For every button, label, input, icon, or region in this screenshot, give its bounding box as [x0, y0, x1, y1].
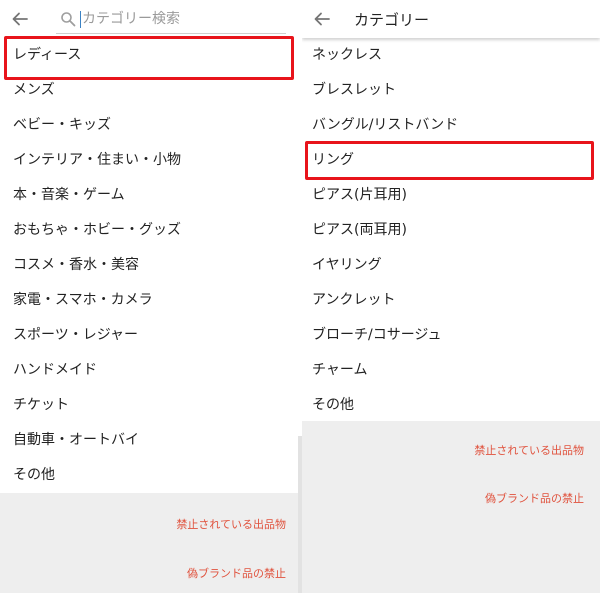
category-panel-subcategory: カテゴリー ネックレス ブレスレット バングル/リストバンド リング ピアス(片…	[302, 0, 600, 593]
subcategory-item-necklace[interactable]: ネックレス	[302, 38, 600, 73]
footer-links-area: 禁止されている出品物 偽ブランド品の禁止	[302, 421, 600, 593]
back-arrow-icon[interactable]	[10, 9, 30, 29]
screenshot-root: レディース メンズ ベビー・キッズ インテリア・住まい・小物 本・音楽・ゲーム …	[0, 0, 600, 593]
category-item-mens[interactable]: メンズ	[0, 73, 298, 108]
subcategory-list: ネックレス ブレスレット バングル/リストバンド リング ピアス(片耳用) ピア…	[302, 38, 600, 423]
prohibited-items-link[interactable]: 禁止されている出品物	[176, 516, 286, 532]
subcategory-item-other[interactable]: その他	[302, 388, 600, 423]
subcategory-item-anklet[interactable]: アンクレット	[302, 283, 600, 318]
category-item-vehicles[interactable]: 自動車・オートバイ	[0, 423, 298, 458]
category-item-cosmetics[interactable]: コスメ・香水・美容	[0, 248, 298, 283]
category-item-interior[interactable]: インテリア・住まい・小物	[0, 143, 298, 178]
subcategory-item-brooch[interactable]: ブローチ/コサージュ	[302, 318, 600, 353]
app-bar-search	[0, 0, 298, 38]
category-item-ladies[interactable]: レディース	[0, 38, 298, 73]
search-icon	[61, 12, 76, 27]
category-item-toys-hobby[interactable]: おもちゃ・ホビー・グッズ	[0, 213, 298, 248]
subcategory-item-charm[interactable]: チャーム	[302, 353, 600, 388]
category-item-other[interactable]: その他	[0, 458, 298, 493]
subcategory-item-earring[interactable]: イヤリング	[302, 248, 600, 283]
category-item-books-music-games[interactable]: 本・音楽・ゲーム	[0, 178, 298, 213]
category-item-sports-leisure[interactable]: スポーツ・レジャー	[0, 318, 298, 353]
category-panel-top-level: レディース メンズ ベビー・キッズ インテリア・住まい・小物 本・音楽・ゲーム …	[0, 0, 298, 593]
subcategory-item-pierce-single[interactable]: ピアス(片耳用)	[302, 178, 600, 213]
search-box[interactable]	[56, 4, 286, 34]
category-item-baby-kids[interactable]: ベビー・キッズ	[0, 108, 298, 143]
top-category-list: レディース メンズ ベビー・キッズ インテリア・住まい・小物 本・音楽・ゲーム …	[0, 38, 298, 493]
counterfeit-ban-link[interactable]: 偽ブランド品の禁止	[187, 565, 286, 581]
subcategory-item-bracelet[interactable]: ブレスレット	[302, 73, 600, 108]
subcategory-item-bangle[interactable]: バングル/リストバンド	[302, 108, 600, 143]
page-title: カテゴリー	[354, 11, 430, 29]
counterfeit-ban-link[interactable]: 偽ブランド品の禁止	[485, 490, 584, 506]
category-item-handmade[interactable]: ハンドメイド	[0, 353, 298, 388]
prohibited-items-link[interactable]: 禁止されている出品物	[474, 442, 584, 458]
category-search-input[interactable]	[82, 8, 282, 30]
category-item-tickets[interactable]: チケット	[0, 388, 298, 423]
subcategory-item-pierce-pair[interactable]: ピアス(両耳用)	[302, 213, 600, 248]
back-arrow-icon[interactable]	[312, 9, 332, 29]
subcategory-item-ring[interactable]: リング	[302, 143, 600, 178]
app-bar-title: カテゴリー	[302, 0, 600, 38]
category-item-electronics[interactable]: 家電・スマホ・カメラ	[0, 283, 298, 318]
text-caret	[80, 11, 81, 28]
footer-links-area: 禁止されている出品物 偽ブランド品の禁止	[0, 493, 298, 593]
